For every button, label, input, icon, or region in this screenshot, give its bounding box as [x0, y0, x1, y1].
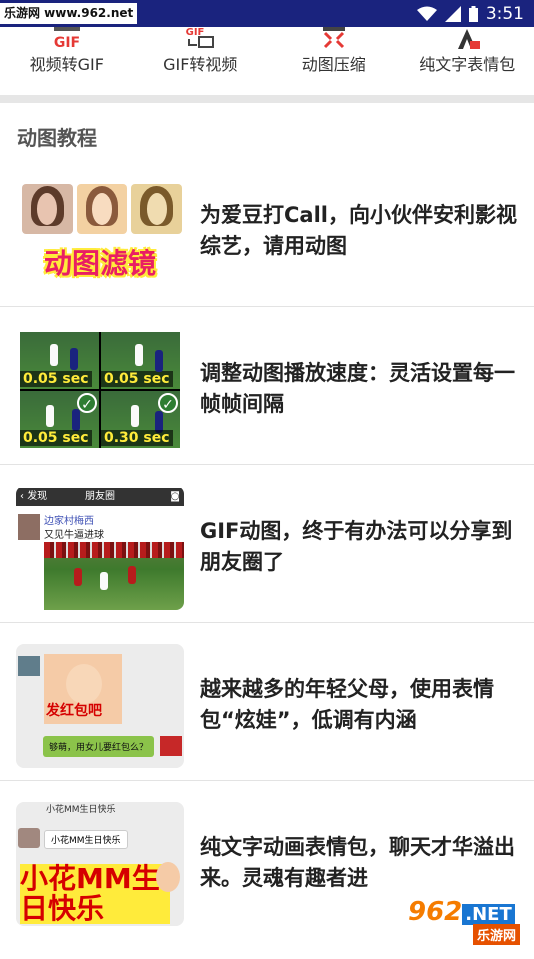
post-text: 又见牛逼进球 [44, 530, 104, 541]
article-item[interactable]: 发红包吧 够萌，用女儿要红包么？ 越来越多的年轻父母，使用表情包“炫娃”，低调有… [0, 644, 534, 781]
status-time: 3:51 [485, 3, 524, 24]
frame-delay-label: 0.05 sec [20, 371, 92, 387]
moments-title: 朋友圈 [85, 491, 115, 502]
face-preview [76, 184, 128, 234]
text-sticker-icon [458, 29, 481, 49]
tool-video-to-gif[interactable]: GIF 视频转GIF [2, 27, 132, 95]
logo-text: 乐游网 [472, 924, 520, 945]
frame-cell: 0.05 sec [101, 332, 180, 389]
tool-compress[interactable]: 动图压缩 [269, 27, 399, 95]
baby-sticker: 发红包吧 [44, 654, 122, 724]
article-thumbnail: 发红包吧 够萌，用女儿要红包么？ [16, 644, 184, 768]
compress-icon [322, 27, 345, 49]
section-title: 动图教程 [17, 126, 97, 150]
post-author: 边家村梅西 [44, 516, 94, 527]
article-list: 动图滤镜 为爱豆打Call，向小伙伴安利影视综艺，请用动图 0.05 sec 0… [0, 170, 534, 959]
article-thumbnail: ‹ 发现 朋友圈 ◙ 边家村梅西 又见牛逼进球 [16, 486, 184, 610]
section-divider [0, 95, 534, 103]
tool-label: 动图压缩 [301, 55, 366, 74]
article-item[interactable]: 动图滤镜 为爱豆打Call，向小伙伴安利影视综艺，请用动图 [0, 170, 534, 307]
status-bar: 乐游网 www.962.net 3:51 [0, 0, 534, 27]
article-item[interactable]: 0.05 sec 0.05 sec ✓ 0.05 sec ✓ 0.30 sec [0, 328, 534, 465]
article-title: 调整动图播放速度：灵活设置每一帧帧间隔 [200, 361, 515, 416]
article-thumbnail: 动图滤镜 [16, 170, 184, 294]
article-title: 越来越多的年轻父母，使用表情包“炫娃”，低调有内涵 [200, 677, 494, 732]
gif-to-video-icon: GIF [186, 27, 215, 48]
video-to-gif-icon: GIF [54, 27, 80, 49]
signal-icon [444, 5, 461, 22]
filter-preview-strip [22, 184, 183, 234]
article-thumbnail: 0.05 sec 0.05 sec ✓ 0.05 sec ✓ 0.30 sec [16, 328, 184, 452]
article-title: 纯文字动画表情包，聊天才华溢出来。灵魂有趣者进 [200, 835, 515, 890]
avatar [160, 736, 182, 756]
logo-number: 962 .NET [408, 897, 515, 927]
sticker-caption: 发红包吧 [46, 703, 102, 719]
site-logo: 962 .NET 乐游网 [400, 897, 524, 945]
avatar [18, 514, 40, 540]
wifi-icon [416, 6, 437, 21]
frame-grid: 0.05 sec 0.05 sec ✓ 0.05 sec ✓ 0.30 sec [20, 332, 180, 448]
tool-gif-to-video[interactable]: GIF GIF转视频 [135, 27, 265, 95]
watermark-label: 乐游网 www.962.net [0, 3, 138, 24]
article-item[interactable]: ‹ 发现 朋友圈 ◙ 边家村梅西 又见牛逼进球 GIF动图，终于有办法可以分享到… [0, 486, 534, 623]
camera-icon: ◙ [170, 491, 180, 502]
frame-delay-label: 0.30 sec [101, 430, 173, 446]
article-title: 为爱豆打Call，向小伙伴安利影视综艺，请用动图 [200, 203, 517, 258]
chat-bubble: 小花MM生日快乐 [44, 830, 128, 849]
tool-bar: GIF 视频转GIF GIF GIF转视频 动图压缩 纯文字表情包 [0, 27, 534, 95]
chat-bubble: 够萌，用女儿要红包么？ [42, 736, 154, 757]
svg-text:GIF: GIF [54, 35, 80, 49]
frame-delay-label: 0.05 sec [101, 371, 173, 387]
post-image [44, 542, 184, 610]
status-icons: 3:51 [416, 0, 524, 27]
tool-label: GIF转视频 [163, 55, 238, 74]
moments-header: ‹ 发现 朋友圈 ◙ [16, 488, 184, 506]
tool-label: 视频转GIF [29, 55, 104, 74]
article-thumbnail: 小花MM生日快乐 小花MM生日快乐 小花MM生日快乐 [16, 802, 184, 926]
check-icon: ✓ [77, 393, 97, 413]
text-sticker: 小花MM生日快乐 [20, 864, 170, 924]
chat-line: 小花MM生日快乐 [46, 805, 116, 815]
tool-label: 纯文字表情包 [419, 55, 516, 74]
frame-cell: ✓ 0.30 sec [101, 391, 180, 448]
frame-delay-label: 0.05 sec [20, 430, 92, 446]
frame-cell: ✓ 0.05 sec [20, 391, 99, 448]
emoji-avatar [156, 862, 180, 892]
article-title: GIF动图，终于有办法可以分享到朋友圈了 [200, 519, 513, 574]
avatar [18, 828, 40, 848]
check-icon: ✓ [158, 393, 178, 413]
frame-cell: 0.05 sec [20, 332, 99, 389]
tool-text-sticker[interactable]: 纯文字表情包 [402, 27, 532, 95]
avatar [18, 656, 40, 676]
battery-icon [468, 5, 478, 22]
face-preview [22, 184, 73, 234]
face-preview [131, 184, 183, 234]
thumb-caption: 动图滤镜 [43, 247, 156, 280]
